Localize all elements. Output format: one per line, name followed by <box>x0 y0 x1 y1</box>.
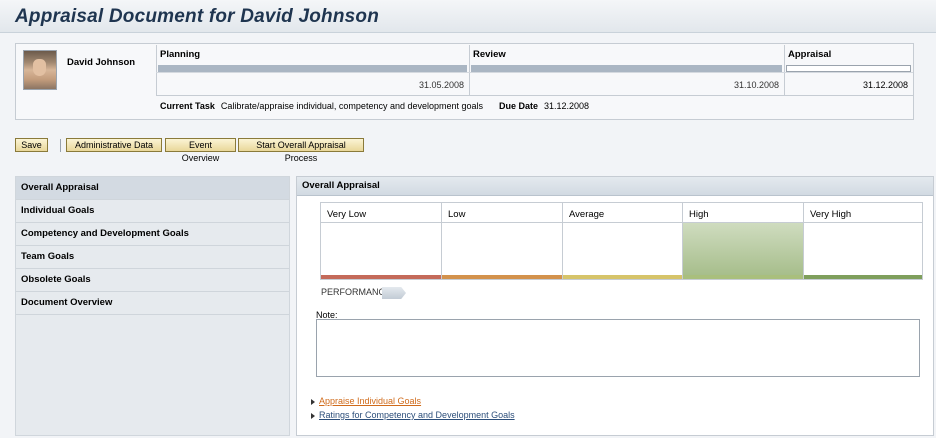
phase-appraisal: Appraisal 31.12.2008 <box>784 45 913 95</box>
save-button[interactable]: Save <box>15 138 48 152</box>
nav-item-obsolete-goals[interactable]: Obsolete Goals <box>16 269 289 292</box>
expand-triangle-icon <box>311 412 315 419</box>
current-task-value: Calibrate/appraise individual, competenc… <box>220 101 484 111</box>
phase-date: 31.10.2008 <box>733 80 779 90</box>
note-textarea[interactable] <box>316 319 920 377</box>
overall-appraisal-panel: Overall Appraisal Very Low Low Average H… <box>296 176 934 436</box>
due-date: Due Date 31.12.2008 <box>499 101 589 111</box>
nav-item-document-overview[interactable]: Document Overview <box>16 292 289 315</box>
ratings-competency-development-link[interactable]: Ratings for Competency and Development G… <box>311 410 515 420</box>
rating-option-very-high[interactable]: Very High <box>803 203 922 279</box>
event-overview-button[interactable]: Event Overview <box>165 138 236 163</box>
performance-arrow-icon <box>382 287 406 299</box>
rating-option-very-low[interactable]: Very Low <box>321 203 441 279</box>
phase-review: Review 31.10.2008 <box>469 45 784 95</box>
rating-color-strip <box>321 275 441 279</box>
nav-item-overall-appraisal[interactable]: Overall Appraisal <box>16 177 289 200</box>
link-text: Ratings for Competency and Development G… <box>319 410 515 420</box>
rating-color-strip <box>442 275 562 279</box>
rating-label: Low <box>448 209 466 220</box>
panel-title: Overall Appraisal <box>297 177 933 196</box>
phase-planning: Planning 31.05.2008 <box>156 45 469 95</box>
rating-color-strip <box>563 275 682 279</box>
rating-color-strip <box>804 275 922 279</box>
rating-label: High <box>689 209 709 220</box>
rating-label: Very High <box>810 209 852 220</box>
toolbar-separator <box>60 139 61 152</box>
rating-scale: Very Low Low Average High Very High <box>320 202 923 280</box>
phase-date: 31.05.2008 <box>418 80 464 90</box>
phase-progress-bar <box>471 65 782 72</box>
phase-progress-bar <box>786 65 911 72</box>
page-title: Appraisal Document for David Johnson <box>15 6 380 27</box>
rating-label: Average <box>569 209 605 220</box>
current-task: Current Task Calibrate/appraise individua… <box>160 101 483 111</box>
expand-triangle-icon <box>311 398 315 405</box>
nav-item-team-goals[interactable]: Team Goals <box>16 246 289 269</box>
title-bar: Appraisal Document for David Johnson <box>0 0 936 33</box>
phase-progress-bar <box>158 65 467 72</box>
rating-selected-fill <box>683 223 803 275</box>
current-task-label: Current Task <box>160 101 215 111</box>
nav-item-individual-goals[interactable]: Individual Goals <box>16 200 289 223</box>
appraise-individual-goals-link[interactable]: Appraise Individual Goals <box>311 396 421 406</box>
phase-label: Review <box>473 49 506 60</box>
start-overall-appraisal-button[interactable]: Start Overall Appraisal Process <box>238 138 364 163</box>
document-header: David Johnson Planning 31.05.2008 Review… <box>15 43 914 120</box>
due-date-value: 31.12.2008 <box>544 101 590 111</box>
employee-photo <box>23 50 57 90</box>
employee-name: David Johnson <box>67 57 136 68</box>
link-text: Appraise Individual Goals <box>319 396 422 406</box>
rating-option-high[interactable]: High <box>682 203 803 279</box>
nav-item-competency-development-goals[interactable]: Competency and Development Goals <box>16 223 289 246</box>
phase-label: Planning <box>160 49 201 60</box>
phase-date: 31.12.2008 <box>862 80 908 90</box>
administrative-data-button[interactable]: Administrative Data <box>66 138 162 152</box>
rating-label: Very Low <box>327 209 367 220</box>
rating-option-low[interactable]: Low <box>441 203 562 279</box>
due-date-label: Due Date <box>499 101 539 111</box>
performance-label: PERFORMANCE <box>321 287 392 297</box>
sidebar-nav: Overall Appraisal Individual Goals Compe… <box>15 176 290 436</box>
rating-option-average[interactable]: Average <box>562 203 682 279</box>
phase-label: Appraisal <box>788 49 832 60</box>
rating-color-strip <box>683 275 803 279</box>
